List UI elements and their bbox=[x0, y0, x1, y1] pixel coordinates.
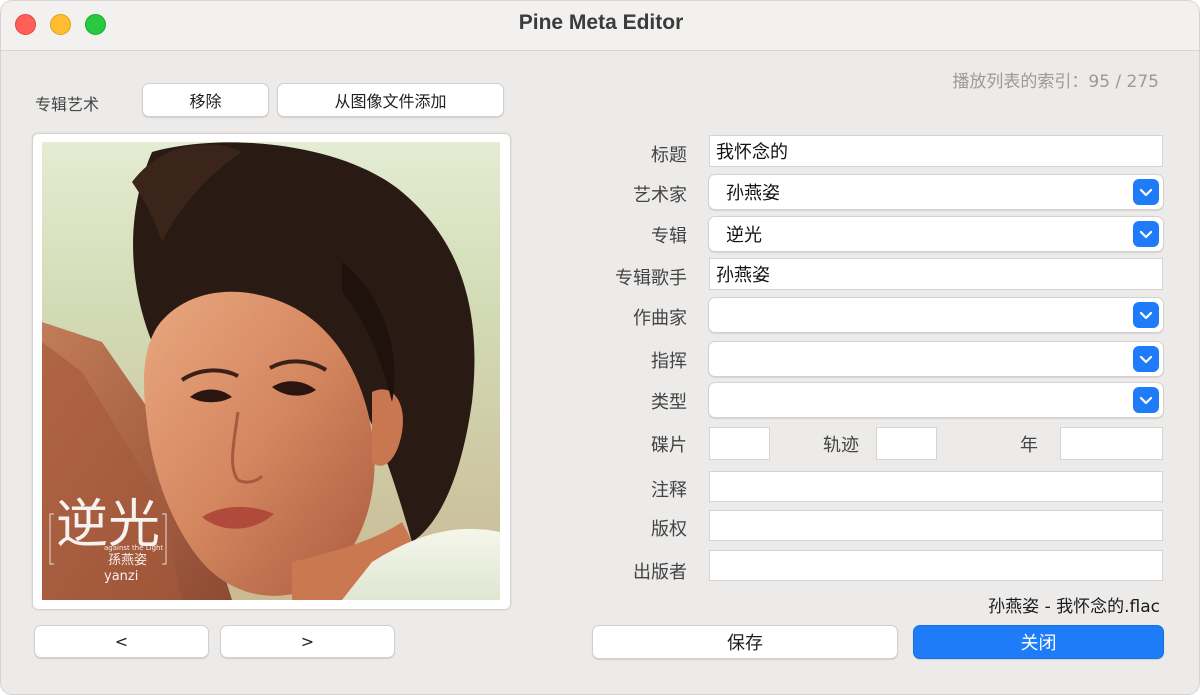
previous-track-button[interactable]: < bbox=[34, 625, 209, 658]
cover-artist: 孫燕姿 bbox=[108, 552, 147, 568]
album-value: 逆光 bbox=[726, 225, 762, 246]
composer-combobox[interactable] bbox=[708, 297, 1164, 333]
conductor-dropdown-icon[interactable] bbox=[1133, 346, 1159, 372]
remove-artwork-button[interactable]: 移除 bbox=[142, 83, 269, 117]
comment-label: 注释 bbox=[651, 480, 687, 501]
year-field[interactable] bbox=[1060, 427, 1163, 460]
cover-artist-latin: yanzi bbox=[104, 569, 138, 584]
cover-subtitle: against the Light bbox=[104, 544, 163, 552]
file-name: 孙燕姿 - 我怀念的.flac bbox=[988, 597, 1160, 617]
title-field[interactable]: 我怀念的 bbox=[709, 135, 1163, 167]
genre-label: 类型 bbox=[651, 392, 687, 413]
save-button[interactable]: 保存 bbox=[592, 625, 898, 659]
title-bar: Pine Meta Editor bbox=[1, 1, 1199, 51]
album-combobox[interactable]: 逆光 bbox=[708, 216, 1164, 252]
artist-value: 孙燕姿 bbox=[726, 183, 780, 204]
album-artist-field[interactable]: 孙燕姿 bbox=[709, 258, 1163, 290]
title-label: 标题 bbox=[651, 145, 687, 166]
disc-label: 碟片 bbox=[651, 435, 687, 456]
composer-dropdown-icon[interactable] bbox=[1133, 302, 1159, 328]
artist-combobox[interactable]: 孙燕姿 bbox=[708, 174, 1164, 210]
conductor-label: 指挥 bbox=[651, 351, 687, 372]
genre-dropdown-icon[interactable] bbox=[1133, 387, 1159, 413]
window-title: Pine Meta Editor bbox=[518, 11, 684, 34]
comment-field[interactable] bbox=[709, 471, 1163, 502]
composer-label: 作曲家 bbox=[633, 308, 687, 329]
album-dropdown-icon[interactable] bbox=[1133, 221, 1159, 247]
conductor-combobox[interactable] bbox=[708, 341, 1164, 377]
artist-label: 艺术家 bbox=[633, 185, 687, 206]
artist-dropdown-icon[interactable] bbox=[1133, 179, 1159, 205]
publisher-field[interactable] bbox=[709, 550, 1163, 581]
track-label: 轨迹 bbox=[823, 435, 859, 456]
playlist-index: 播放列表的索引：95 / 275 bbox=[952, 72, 1159, 92]
meta-editor-window: Pine Meta Editor 播放列表的索引：95 / 275 专辑艺术 移… bbox=[0, 0, 1200, 695]
artwork-label: 专辑艺术 bbox=[35, 95, 100, 114]
copyright-label: 版权 bbox=[651, 519, 687, 540]
copyright-field[interactable] bbox=[709, 510, 1163, 541]
genre-combobox[interactable] bbox=[708, 382, 1164, 418]
album-label: 专辑 bbox=[651, 226, 687, 247]
add-artwork-from-file-button[interactable]: 从图像文件添加 bbox=[277, 83, 504, 117]
next-track-button[interactable]: > bbox=[220, 625, 395, 658]
close-button[interactable]: 关闭 bbox=[913, 625, 1164, 659]
year-label: 年 bbox=[1020, 435, 1038, 456]
album-artist-label: 专辑歌手 bbox=[615, 268, 687, 289]
album-cover-art: 逆光 against the Light 孫燕姿 yanzi bbox=[42, 142, 500, 600]
publisher-label: 出版者 bbox=[633, 562, 687, 583]
album-cover-image: 逆光 against the Light 孫燕姿 yanzi bbox=[42, 142, 500, 600]
